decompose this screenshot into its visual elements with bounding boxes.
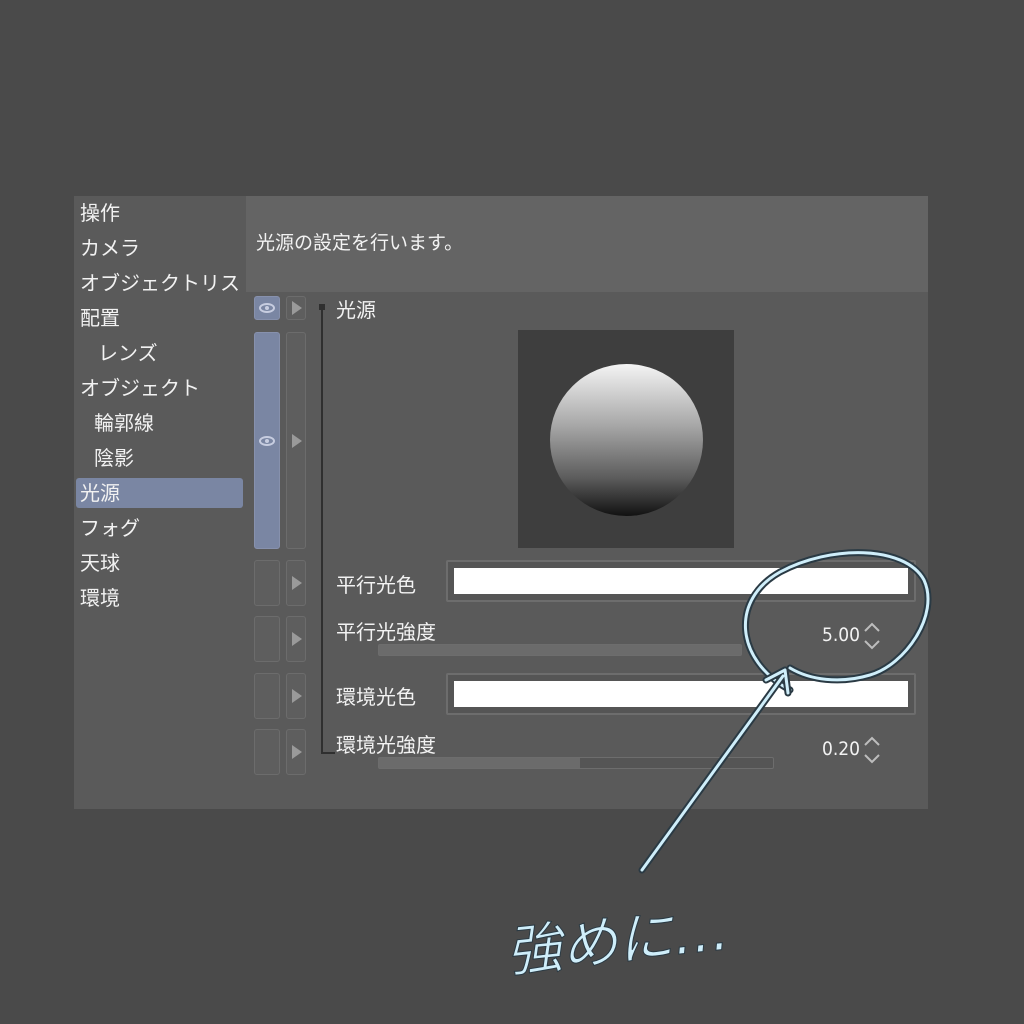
handwritten-annotation: 強めに… xyxy=(502,549,932,986)
annotation-text: 強めに… xyxy=(503,898,733,986)
annotation-circle xyxy=(742,549,932,694)
annotation-arrow xyxy=(640,668,790,872)
